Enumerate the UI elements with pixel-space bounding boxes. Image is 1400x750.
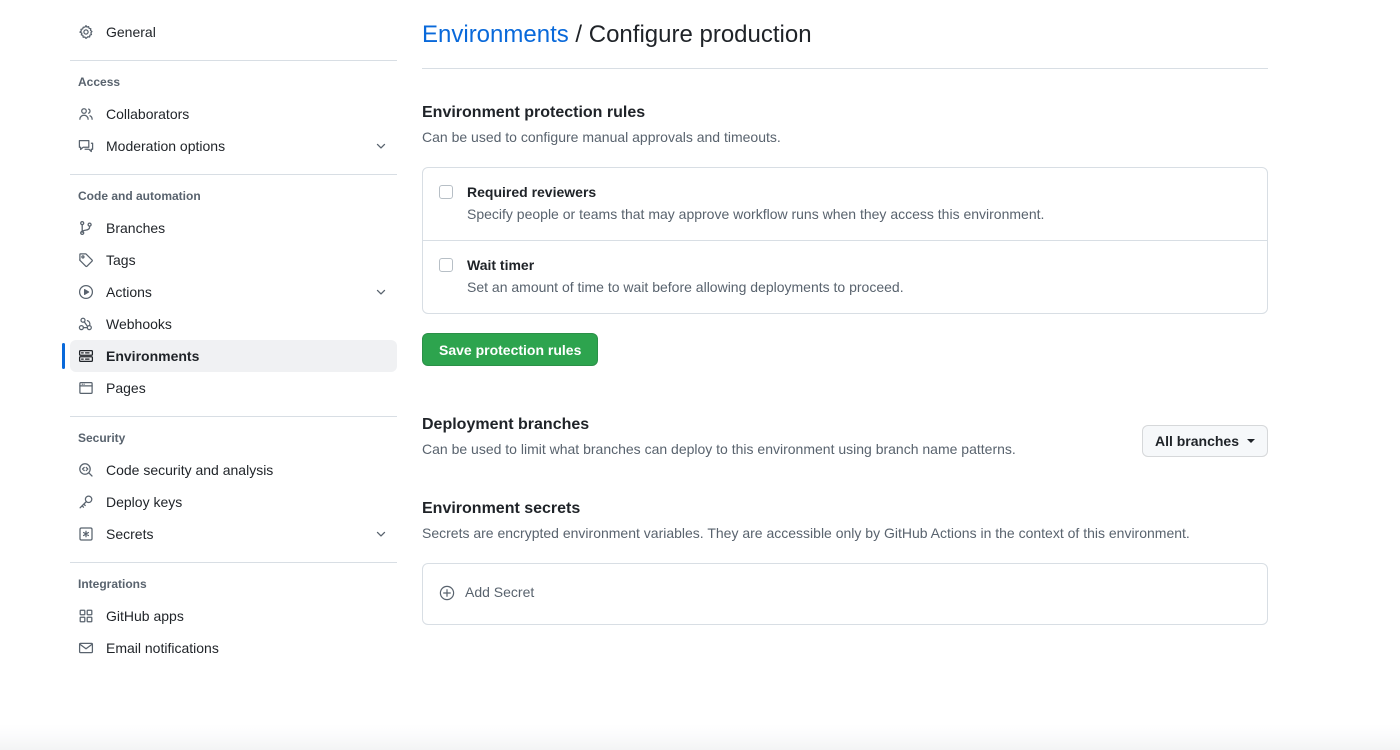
sidebar-group-title-integrations: Integrations — [70, 575, 397, 593]
key-icon — [78, 494, 94, 510]
sidebar-item-moderation-options[interactable]: Moderation options — [70, 130, 397, 162]
environment-secrets-description: Secrets are encrypted environment variab… — [422, 523, 1212, 544]
deployment-branches-section: Deployment branches Can be used to limit… — [422, 414, 1268, 460]
chevron-down-icon — [1247, 439, 1255, 443]
sidebar-group-title-access: Access — [70, 73, 397, 91]
deployment-branches-select[interactable]: All branches — [1142, 425, 1268, 457]
sidebar-item-email-notifications[interactable]: Email notifications — [70, 632, 397, 664]
sidebar-item-deploy-keys[interactable]: Deploy keys — [70, 486, 397, 518]
protection-rules-card: Required reviewers Specify people or tea… — [422, 167, 1268, 314]
rule-row-wait-timer: Wait timer Set an amount of time to wait… — [423, 240, 1267, 313]
add-secret-button[interactable]: Add Secret — [439, 582, 534, 603]
server-icon — [78, 348, 94, 364]
sidebar-selected-indicator — [62, 343, 65, 369]
sidebar-item-label: Collaborators — [106, 106, 389, 122]
deployment-branches-select-value: All branches — [1155, 431, 1239, 451]
chevron-down-icon[interactable] — [373, 284, 389, 300]
mail-icon — [78, 640, 94, 656]
sidebar-group-title-code-and-automation: Code and automation — [70, 187, 397, 205]
required-reviewers-label[interactable]: Required reviewers — [467, 182, 596, 202]
wait-timer-checkbox[interactable] — [439, 258, 453, 272]
sidebar-item-label: General — [106, 24, 389, 40]
sidebar-group-title-security: Security — [70, 429, 397, 447]
sidebar-item-code-security-and-analysis[interactable]: Code security and analysis — [70, 454, 397, 486]
sidebar-item-label: Secrets — [106, 526, 373, 542]
environment-secrets-section: Environment secrets Secrets are encrypte… — [422, 498, 1268, 625]
settings-sidebar: General Access Collaborators Moderation opt… — [70, 16, 397, 664]
sidebar-divider — [70, 174, 397, 175]
gear-icon — [78, 24, 94, 40]
sidebar-item-label: Code security and analysis — [106, 462, 389, 478]
sidebar-item-actions[interactable]: Actions — [70, 276, 397, 308]
sidebar-divider — [70, 416, 397, 417]
breadcrumb-link-environments[interactable]: Environments — [422, 21, 569, 48]
rule-row-required-reviewers: Required reviewers Specify people or tea… — [423, 168, 1267, 240]
wait-timer-description: Set an amount of time to wait before all… — [467, 277, 1251, 298]
breadcrumb: Environments / Configure production — [422, 18, 1268, 69]
add-secret-label: Add Secret — [465, 582, 534, 603]
codescan-icon — [78, 462, 94, 478]
environment-protection-rules-section: Environment protection rules Can be used… — [422, 102, 1268, 366]
sidebar-item-collaborators[interactable]: Collaborators — [70, 98, 397, 130]
settings-page: General Access Collaborators Moderation opt… — [0, 0, 1400, 750]
sidebar-item-label: Webhooks — [106, 316, 389, 332]
sidebar-item-branches[interactable]: Branches — [70, 212, 397, 244]
browser-icon — [78, 380, 94, 396]
sidebar-item-general[interactable]: General — [70, 16, 397, 48]
wait-timer-label[interactable]: Wait timer — [467, 255, 534, 275]
sidebar-item-label: Email notifications — [106, 640, 389, 656]
breadcrumb-separator: / — [569, 21, 589, 48]
required-reviewers-checkbox[interactable] — [439, 185, 453, 199]
webhook-icon — [78, 316, 94, 332]
sidebar-item-label: Actions — [106, 284, 373, 300]
sidebar-item-label: Environments — [106, 348, 389, 364]
required-reviewers-description: Specify people or teams that may approve… — [467, 204, 1251, 225]
add-secret-box: Add Secret — [422, 563, 1268, 625]
plus-circle-icon — [439, 585, 455, 601]
people-icon — [78, 106, 94, 122]
sidebar-item-webhooks[interactable]: Webhooks — [70, 308, 397, 340]
deployment-branches-description: Can be used to limit what branches can d… — [422, 439, 1016, 460]
protection-rules-description: Can be used to configure manual approval… — [422, 127, 1268, 148]
sidebar-item-secrets[interactable]: Secrets — [70, 518, 397, 550]
asterisk-box-icon — [78, 526, 94, 542]
comment-discussion-icon — [78, 138, 94, 154]
page-bottom-fade — [0, 724, 1400, 750]
chevron-down-icon[interactable] — [373, 526, 389, 542]
save-protection-rules-button[interactable]: Save protection rules — [422, 333, 598, 366]
sidebar-item-label: Deploy keys — [106, 494, 389, 510]
sidebar-item-label: Branches — [106, 220, 389, 236]
play-circle-icon — [78, 284, 94, 300]
sidebar-divider — [70, 60, 397, 61]
chevron-down-icon[interactable] — [373, 138, 389, 154]
sidebar-item-tags[interactable]: Tags — [70, 244, 397, 276]
sidebar-item-environments[interactable]: Environments — [70, 340, 397, 372]
tag-icon — [78, 252, 94, 268]
environment-secrets-title: Environment secrets — [422, 498, 1268, 520]
breadcrumb-current: Configure production — [589, 21, 812, 48]
sidebar-item-label: Pages — [106, 380, 389, 396]
deployment-branches-title: Deployment branches — [422, 414, 1016, 436]
protection-rules-title: Environment protection rules — [422, 102, 1268, 124]
sidebar-item-label: Tags — [106, 252, 389, 268]
apps-grid-icon — [78, 608, 94, 624]
sidebar-item-label: Moderation options — [106, 138, 373, 154]
sidebar-item-pages[interactable]: Pages — [70, 372, 397, 404]
sidebar-item-github-apps[interactable]: GitHub apps — [70, 600, 397, 632]
sidebar-divider — [70, 562, 397, 563]
git-branch-icon — [78, 220, 94, 236]
sidebar-item-label: GitHub apps — [106, 608, 389, 624]
main-content: Environments / Configure production Envi… — [422, 18, 1268, 625]
